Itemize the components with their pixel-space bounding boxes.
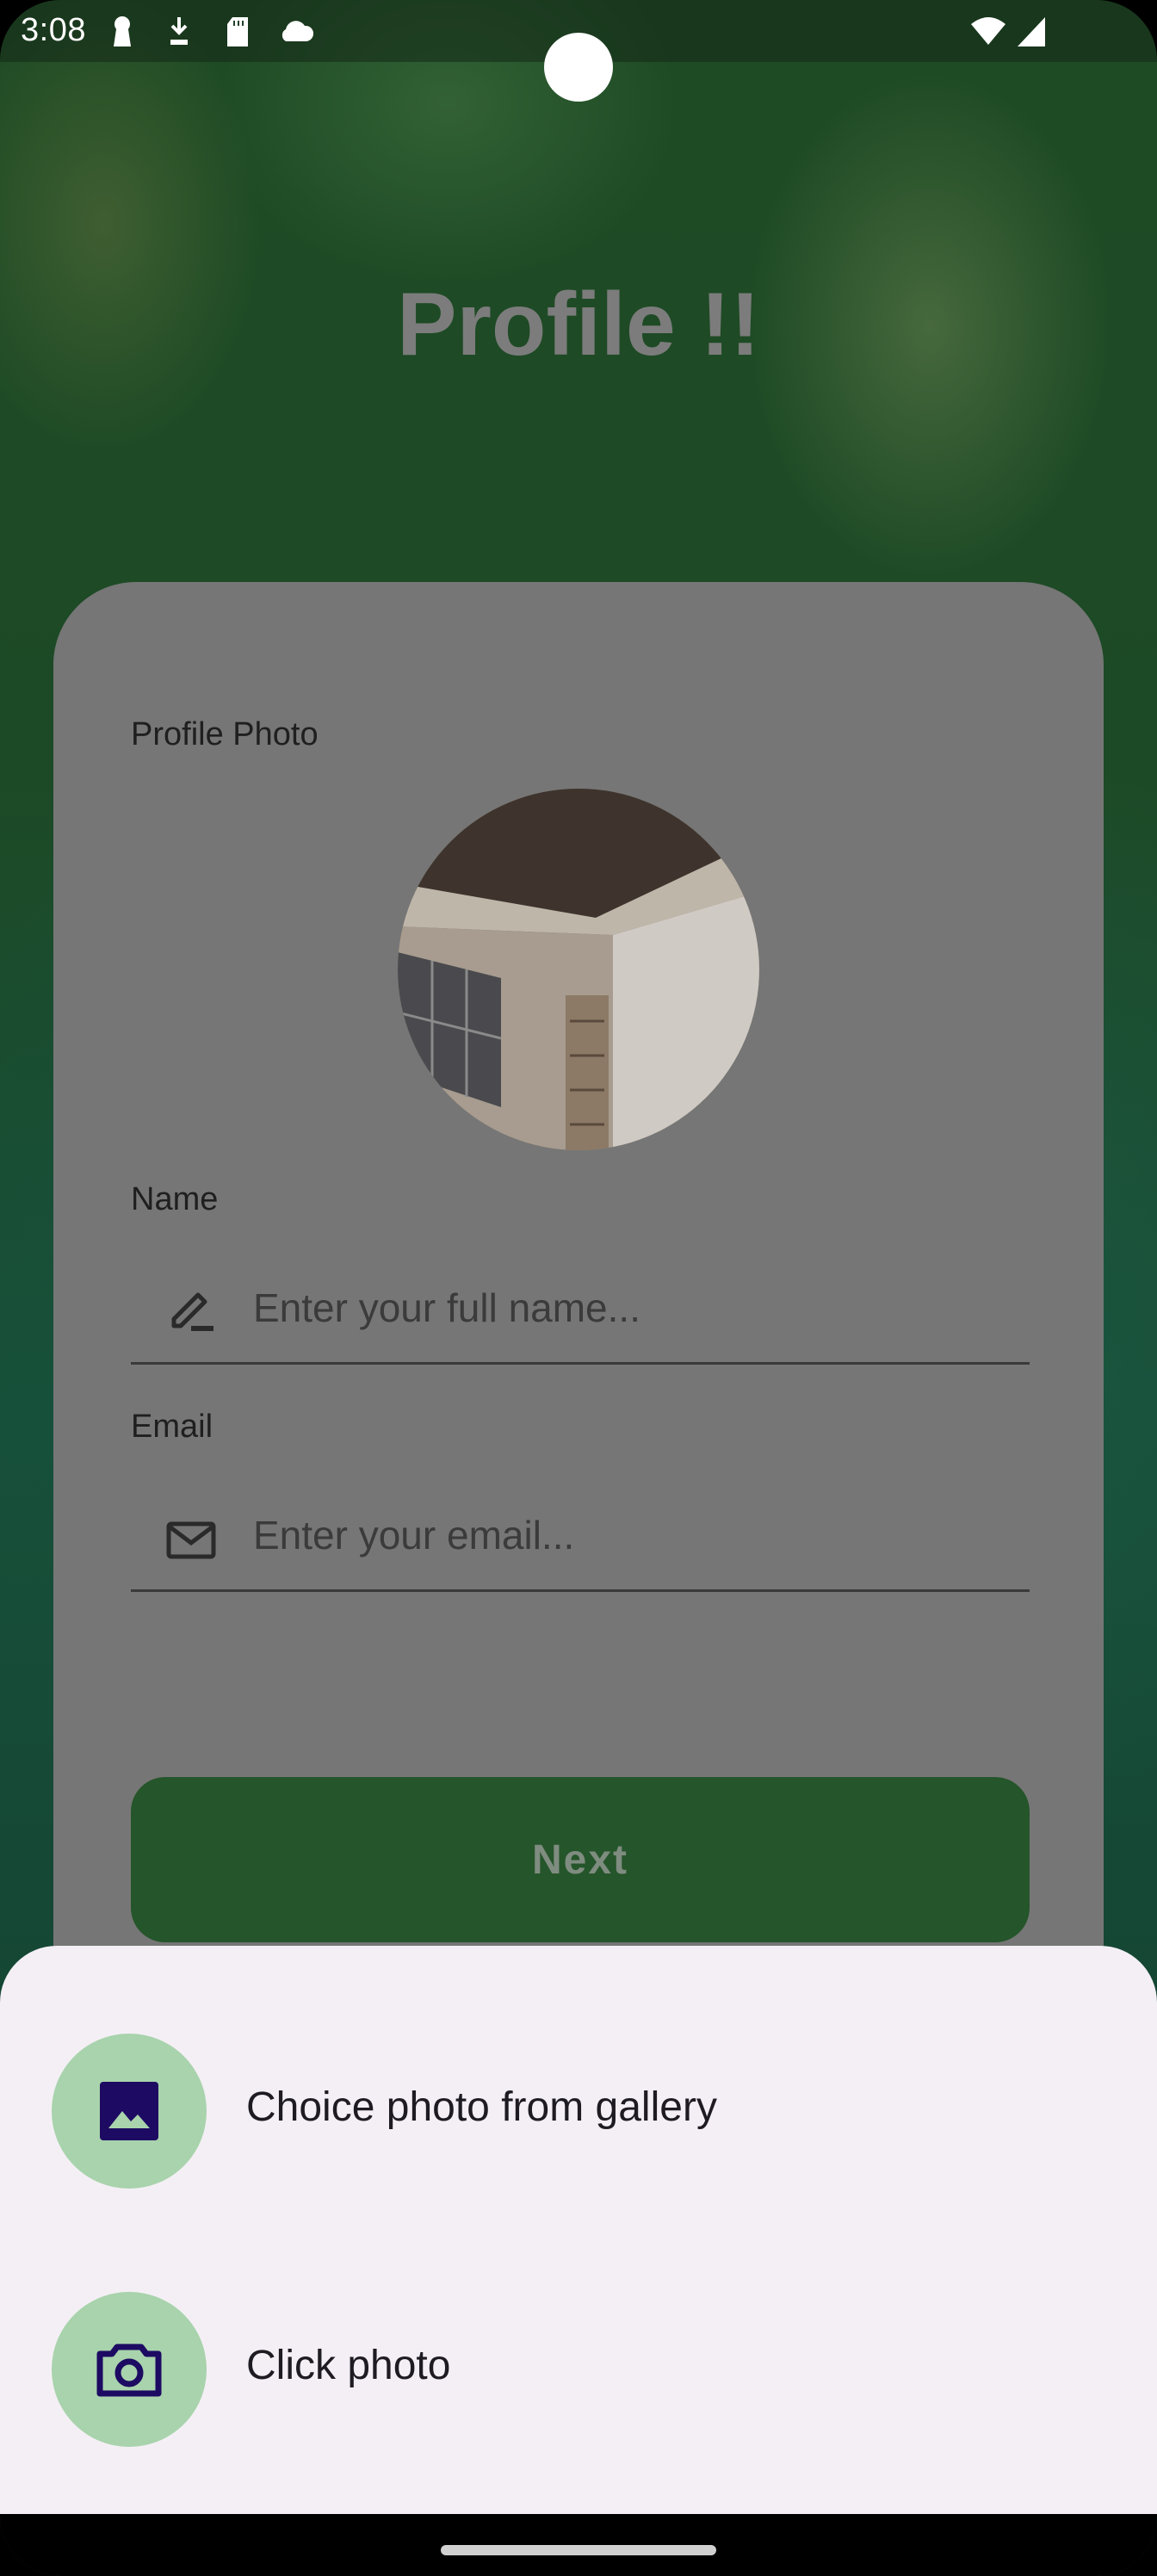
profile-photo-label: Profile Photo (131, 716, 319, 752)
phone-screen: 3:08 Profile !! Profile Photo Name Enter… (0, 0, 1157, 2576)
camera-cutout (544, 33, 613, 102)
next-button[interactable]: Next (131, 1777, 1030, 1942)
gallery-icon-circle (52, 2034, 207, 2189)
camera-icon (96, 2344, 162, 2397)
sd-card-icon (227, 17, 248, 46)
profile-avatar[interactable] (398, 789, 759, 1150)
gallery-option[interactable]: Choice photo from gallery (0, 2025, 1157, 2197)
name-input-placeholder: Enter your full name... (253, 1285, 640, 1330)
download-icon (170, 17, 188, 45)
email-input-placeholder: Enter your email... (253, 1513, 575, 1557)
edit-pencil-icon (171, 1292, 213, 1331)
camera-icon-circle (52, 2292, 207, 2447)
name-label: Name (131, 1181, 219, 1217)
profile-form-card: Profile Photo Name Enter your full name.… (53, 582, 1104, 2046)
status-time: 3:08 (21, 12, 86, 48)
email-input[interactable]: Enter your email... (131, 1477, 1030, 1592)
cloud-icon (282, 21, 314, 41)
navigation-bar (0, 2514, 1157, 2576)
page-title: Profile !! (397, 275, 760, 375)
photo-source-bottom-sheet: Choice photo from gallery Click photo (0, 1946, 1157, 2514)
cell-signal-icon (1018, 17, 1045, 46)
wifi-icon (971, 17, 1005, 45)
avatar-room-image (398, 789, 759, 1150)
image-icon (100, 2082, 158, 2140)
keyhole-icon (114, 16, 131, 46)
camera-option-label: Click photo (246, 2343, 451, 2388)
gallery-option-label: Choice photo from gallery (246, 2084, 717, 2130)
camera-option[interactable]: Click photo (0, 2283, 1157, 2455)
name-input[interactable]: Enter your full name... (131, 1250, 1030, 1365)
email-label: Email (131, 1409, 213, 1445)
home-gesture-handle[interactable] (441, 2545, 716, 2555)
mail-icon (166, 1521, 216, 1559)
